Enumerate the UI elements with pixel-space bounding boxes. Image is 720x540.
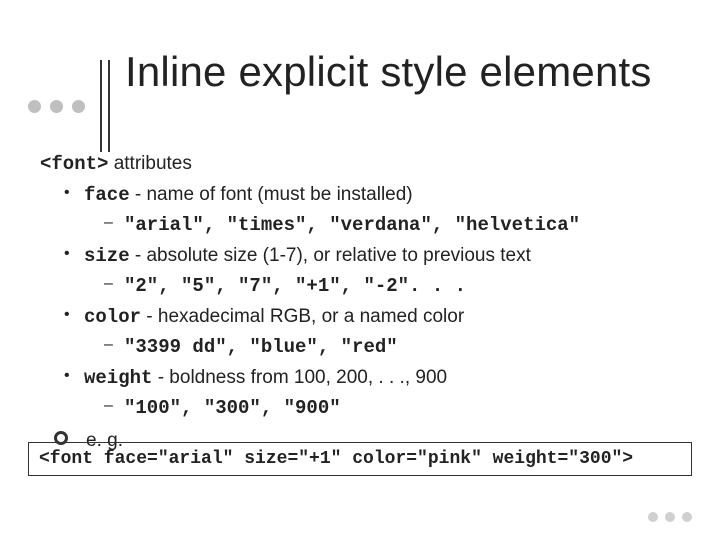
code-example-box: <font face="arial" size="+1" color="pink… bbox=[28, 442, 692, 476]
decor-divider bbox=[100, 60, 110, 152]
attr-size: size - absolute size (1-7), or relative … bbox=[40, 242, 680, 271]
slide: Inline explicit style elements <font> at… bbox=[0, 0, 720, 540]
attr-name: weight bbox=[84, 367, 152, 389]
attr-example: "100", "300", "900" bbox=[124, 397, 341, 419]
attr-color-example: "3399 dd", "blue", "red" bbox=[40, 333, 680, 362]
slide-content: <font> attributes face - name of font (m… bbox=[40, 150, 680, 454]
slide-title: Inline explicit style elements bbox=[125, 48, 652, 96]
attr-desc: - absolute size (1-7), or relative to pr… bbox=[130, 245, 531, 266]
decor-dot bbox=[682, 512, 692, 522]
intro-suffix: attributes bbox=[108, 153, 191, 174]
attr-name: color bbox=[84, 306, 141, 328]
attr-name: face bbox=[84, 184, 130, 206]
attr-name: size bbox=[84, 245, 130, 267]
attr-weight: weight - boldness from 100, 200, . . ., … bbox=[40, 364, 680, 393]
title-decor bbox=[28, 60, 110, 152]
decor-dot bbox=[28, 100, 41, 113]
attr-example: "2", "5", "7", "+1", "-2". . . bbox=[124, 275, 466, 297]
decor-dot bbox=[50, 100, 63, 113]
attr-example: "3399 dd", "blue", "red" bbox=[124, 336, 398, 358]
attr-example: "arial", "times", "verdana", "helvetica" bbox=[124, 214, 580, 236]
attr-color: color - hexadecimal RGB, or a named colo… bbox=[40, 303, 680, 332]
attr-face-example: "arial", "times", "verdana", "helvetica" bbox=[40, 211, 680, 240]
intro-tag: <font> bbox=[40, 153, 108, 175]
attr-face: face - name of font (must be installed) bbox=[40, 181, 680, 210]
attr-weight-example: "100", "300", "900" bbox=[40, 394, 680, 423]
attr-desc: - hexadecimal RGB, or a named color bbox=[141, 306, 464, 327]
attr-desc: - name of font (must be installed) bbox=[130, 184, 413, 205]
decor-dot bbox=[72, 100, 85, 113]
decor-dot bbox=[648, 512, 658, 522]
attr-size-example: "2", "5", "7", "+1", "-2". . . bbox=[40, 272, 680, 301]
decor-dot bbox=[665, 512, 675, 522]
footer-decor bbox=[648, 512, 692, 522]
title-block: Inline explicit style elements bbox=[0, 26, 720, 121]
attr-desc: - boldness from 100, 200, . . ., 900 bbox=[152, 367, 447, 388]
intro-line: <font> attributes bbox=[40, 150, 680, 179]
